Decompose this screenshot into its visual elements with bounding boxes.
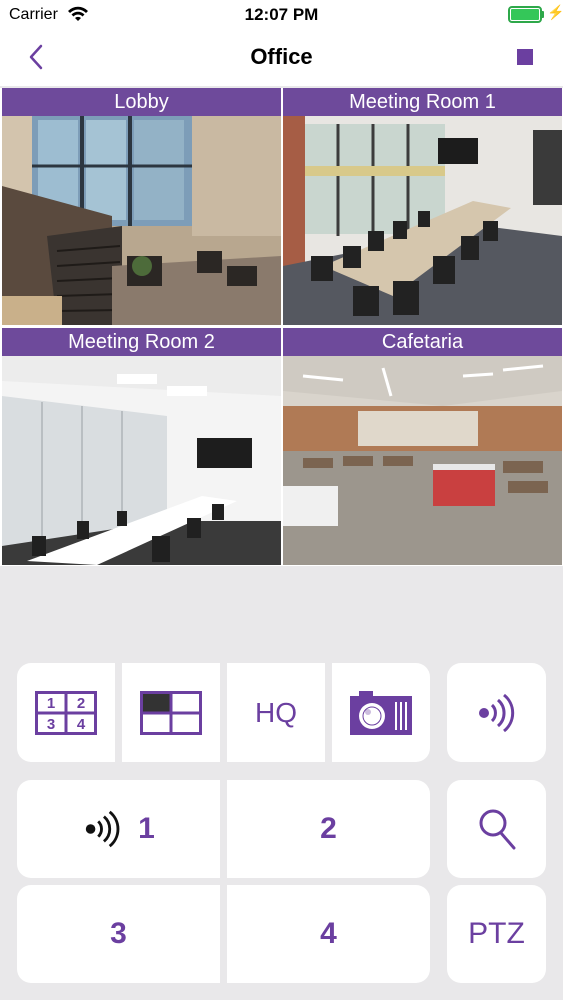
camera-label: Lobby <box>2 88 281 116</box>
camera-grid: Lobby Meeting Room 1 Meeting Room 2 Cafe… <box>0 88 563 566</box>
cafetaria-camera-feed <box>283 356 562 565</box>
navigation-bar: Office <box>0 30 563 86</box>
battery-nub <box>542 11 544 18</box>
audio-button[interactable] <box>447 663 546 762</box>
channel-4-button[interactable]: 4 <box>227 885 430 983</box>
quad-digit: 2 <box>77 695 85 712</box>
channel-label: 4 <box>320 917 337 950</box>
split-layout-button[interactable] <box>122 663 220 762</box>
channel-label: 3 <box>110 917 127 950</box>
snapshot-button[interactable] <box>332 663 430 762</box>
battery-level <box>511 9 539 20</box>
camera-label: Cafetaria <box>283 328 562 356</box>
lobby-camera-feed <box>2 116 281 325</box>
status-bar: Carrier 12:07 PM ⚡ <box>0 0 563 30</box>
hq-label: HQ <box>255 696 297 728</box>
magnifier-icon <box>479 809 515 850</box>
charging-bolt-icon: ⚡ <box>547 4 563 20</box>
camera-tile-cafetaria[interactable]: Cafetaria <box>283 328 562 565</box>
audio-wave-icon <box>478 693 514 732</box>
meeting-room-1-camera-feed <box>283 116 562 325</box>
page-title: Office <box>250 44 313 69</box>
camera-tile-lobby[interactable]: Lobby <box>2 88 281 325</box>
channel-3-button[interactable]: 3 <box>17 885 220 983</box>
stop-icon[interactable] <box>517 49 533 65</box>
split-layout-icon <box>140 690 202 735</box>
meeting-room-2-camera-feed <box>2 356 281 565</box>
camera-tile-meeting-room-1[interactable]: Meeting Room 1 <box>283 88 562 325</box>
quad-layout-icon: 1 2 3 4 <box>35 690 97 735</box>
channel-1-button[interactable]: 1 <box>17 780 220 878</box>
clock: 12:07 PM <box>244 5 319 24</box>
channel-label: 1 <box>138 812 155 845</box>
camera-label: Meeting Room 2 <box>2 328 281 356</box>
hq-button[interactable]: HQ <box>227 663 325 762</box>
quad-digit: 4 <box>77 716 86 733</box>
ptz-button[interactable]: PTZ <box>447 885 546 983</box>
audio-wave-icon <box>85 810 120 848</box>
quad-layout-button[interactable]: 1 2 3 4 <box>17 663 115 762</box>
camera-label: Meeting Room 1 <box>283 88 562 116</box>
quad-digit: 1 <box>47 695 55 712</box>
back-chevron-icon[interactable] <box>24 42 54 72</box>
channel-2-button[interactable]: 2 <box>227 780 430 878</box>
quad-digit: 3 <box>47 716 55 733</box>
battery-icon <box>508 6 542 23</box>
ptz-label: PTZ <box>468 917 525 950</box>
camera-icon <box>350 690 412 735</box>
zoom-button[interactable] <box>447 780 546 878</box>
camera-tile-meeting-room-2[interactable]: Meeting Room 2 <box>2 328 281 565</box>
channel-label: 2 <box>320 812 337 845</box>
